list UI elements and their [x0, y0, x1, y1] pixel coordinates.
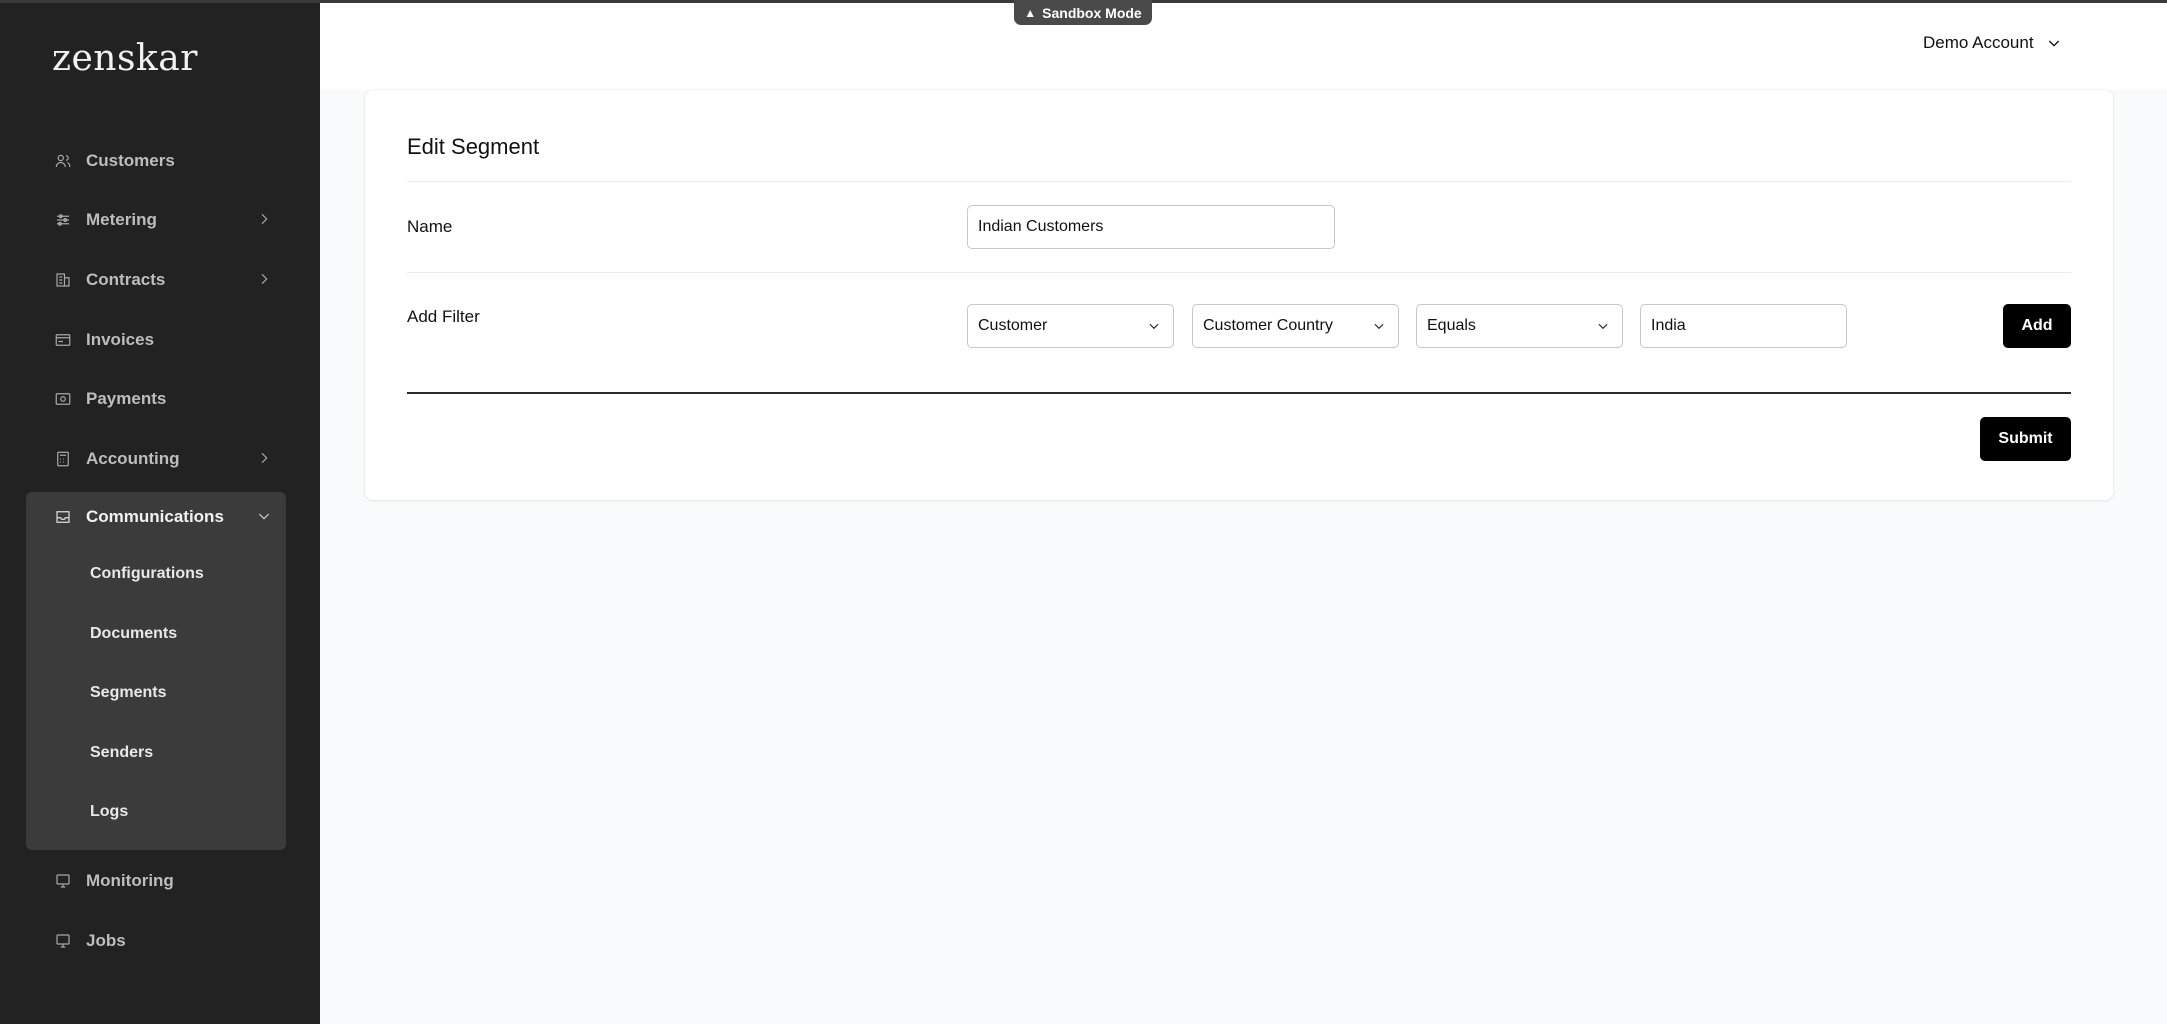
inbox-icon: [54, 508, 72, 526]
add-filter-button[interactable]: Add: [2003, 304, 2071, 348]
sidebar-item-monitoring[interactable]: Monitoring: [26, 858, 286, 904]
account-switcher[interactable]: Demo Account: [1923, 33, 2062, 53]
account-label: Demo Account: [1923, 33, 2034, 52]
card-icon: [54, 331, 72, 349]
sidebar-subitem-senders[interactable]: Senders: [90, 744, 153, 762]
sidebar-item-label: Payments: [86, 389, 167, 408]
filter-entity-select[interactable]: Customer: [967, 304, 1174, 348]
building-icon: [54, 271, 72, 289]
filter-value-input[interactable]: [1640, 304, 1847, 348]
sidebar-subitem-documents[interactable]: Documents: [90, 625, 177, 643]
divider: [407, 181, 2071, 182]
calculator-icon: [54, 450, 72, 468]
filter-operator-select[interactable]: Equals: [1416, 304, 1623, 348]
sidebar-item-label: Invoices: [86, 330, 155, 349]
sidebar-item-label: Accounting: [86, 449, 180, 468]
chevron-right-icon: [256, 271, 272, 287]
chevron-down-icon: [1374, 323, 1384, 330]
top-header: Demo Account: [320, 0, 2167, 90]
users-icon: [54, 152, 72, 170]
cash-icon: [54, 390, 72, 408]
filter-entity-value: Customer: [978, 317, 1048, 334]
divider: [407, 272, 2071, 273]
sidebar-item-communications[interactable]: Communications: [26, 494, 286, 540]
filter-field-select[interactable]: Customer Country: [1192, 304, 1399, 348]
chevron-right-icon: [256, 450, 272, 466]
sidebar-item-label: Contracts: [86, 270, 166, 289]
chevron-right-icon: [256, 211, 272, 227]
add-filter-label: Add Filter: [407, 307, 480, 326]
chevron-down-icon: [1598, 323, 1608, 330]
sidebar-item-label: Metering: [86, 210, 157, 229]
chevron-down-icon: [1149, 323, 1159, 330]
warning-icon: ▲: [1024, 5, 1037, 20]
sidebar-item-metering[interactable]: Metering: [26, 197, 286, 243]
sidebar-subitem-logs[interactable]: Logs: [90, 803, 128, 821]
sidebar-item-jobs[interactable]: Jobs: [26, 918, 286, 964]
app-logo[interactable]: zenskar: [52, 38, 198, 79]
submit-button[interactable]: Submit: [1980, 417, 2071, 461]
sidebar-item-label: Customers: [86, 151, 175, 170]
sidebar-item-label: Communications: [86, 507, 224, 526]
monitor-icon: [54, 932, 72, 950]
monitor-icon: [54, 872, 72, 890]
sliders-icon: [54, 211, 72, 229]
sidebar-subitem-segments[interactable]: Segments: [90, 684, 166, 702]
filter-field-value: Customer Country: [1203, 317, 1333, 334]
filter-operator-value: Equals: [1427, 317, 1476, 334]
name-label: Name: [407, 217, 453, 236]
sidebar-item-label: Jobs: [86, 931, 126, 950]
sidebar-item-payments[interactable]: Payments: [26, 376, 286, 422]
divider: [407, 392, 2071, 394]
sandbox-label: Sandbox Mode: [1042, 4, 1142, 21]
sidebar-item-contracts[interactable]: Contracts: [26, 257, 286, 303]
sidebar-item-customers[interactable]: Customers: [26, 138, 286, 184]
chevron-down-icon: [256, 508, 272, 524]
sidebar-subitem-configurations[interactable]: Configurations: [90, 565, 204, 583]
page-title: Edit Segment: [407, 134, 540, 159]
sidebar-item-invoices[interactable]: Invoices: [26, 317, 286, 363]
sidebar: zenskar Customers Metering Contracts Inv…: [0, 0, 320, 1024]
segment-name-input[interactable]: [967, 205, 1335, 249]
edit-segment-card: Edit Segment Name Add Filter Customer Cu…: [365, 90, 2113, 500]
communications-group: Communications Configurations Documents …: [26, 492, 286, 850]
sidebar-item-accounting[interactable]: Accounting: [26, 436, 286, 482]
sidebar-item-label: Monitoring: [86, 871, 174, 890]
chevron-down-icon: [2048, 40, 2059, 47]
sandbox-mode-badge: ▲ Sandbox Mode: [1014, 0, 1152, 25]
